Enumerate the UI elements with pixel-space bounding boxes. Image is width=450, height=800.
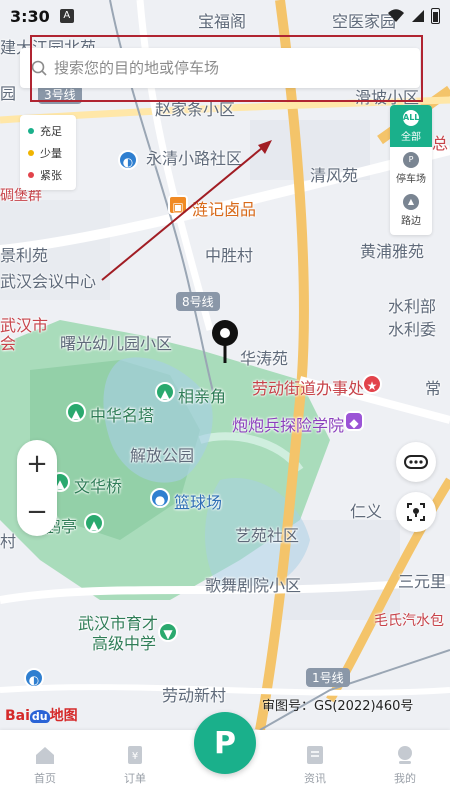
profile-icon <box>398 746 412 764</box>
tab-news[interactable]: 资讯 <box>270 730 360 800</box>
map-copyright: 审图号：GS(2022)460号 <box>262 699 414 714</box>
parking-center-button[interactable]: P <box>194 712 256 774</box>
map-label: 水利委 <box>388 320 437 339</box>
map-label: 劳动新村 <box>162 686 227 705</box>
tab-orders[interactable]: ¥ 订单 <box>90 730 180 800</box>
orders-icon: ¥ <box>128 746 142 764</box>
park-poi-icon[interactable]: ▲ <box>66 402 86 422</box>
game-icon[interactable]: ◆ <box>344 411 364 431</box>
availability-legend: 充足 少量 紧张 <box>20 115 76 190</box>
legend-dot-tight <box>28 172 34 178</box>
park-poi-icon[interactable]: ▲ <box>155 382 175 402</box>
road-icon: ▲ <box>403 193 419 210</box>
filter-label: 路边 <box>401 215 421 227</box>
parking-filter-panel: ALL 全部 P 停车场 ▲ 路边 <box>390 105 432 235</box>
map-label: 黄浦雅苑 <box>360 242 425 261</box>
map-label: 清风苑 <box>310 166 359 185</box>
map-label: 毛氏汽水包 <box>374 613 444 629</box>
map-label: 文华桥 <box>74 477 123 496</box>
more-icon <box>404 455 428 469</box>
notification-icon: A <box>59 9 74 23</box>
map-label: 篮球场 <box>174 493 223 512</box>
signal-icon <box>412 10 424 22</box>
map-label: 会 <box>0 334 17 353</box>
government-icon[interactable]: ★ <box>362 374 382 394</box>
status-time: 3:30 <box>10 6 50 26</box>
map-view[interactable]: 宝福阁 空医家园 建大江园北苑 园 3号线 赵家条小区 滑坡小区 总 ◐ 永清小… <box>0 0 450 730</box>
locate-icon <box>407 503 425 521</box>
metro-station-icon[interactable]: ◐ <box>118 150 138 170</box>
map-label: 总 <box>432 134 449 153</box>
filter-all[interactable]: ALL 全部 <box>390 105 432 147</box>
map-label: 水利部 <box>388 297 437 316</box>
map-label: 曙光幼儿园小区 <box>60 334 173 353</box>
tab-label: 资讯 <box>304 772 326 785</box>
map-label: 永清小路社区 <box>146 149 243 168</box>
map-label: 中胜村 <box>205 246 254 265</box>
filter-label: 停车场 <box>396 173 426 185</box>
map-label: 村 <box>0 532 17 551</box>
tab-mine[interactable]: 我的 <box>360 730 450 800</box>
map-label: 炮炮兵探险学院 <box>232 416 345 435</box>
school-icon[interactable]: ▼ <box>158 622 178 642</box>
filter-roadside[interactable]: ▲ 路边 <box>390 189 432 231</box>
baidu-map-logo: Bai du 地图 <box>5 708 78 724</box>
map-label: 中华名塔 <box>90 406 155 425</box>
all-icon: ALL <box>403 109 419 126</box>
map-label: 园 <box>0 84 17 103</box>
map-label: 歌舞剧院小区 <box>205 576 302 595</box>
location-pin-icon <box>212 320 238 363</box>
park-poi-icon[interactable]: ▲ <box>84 513 104 533</box>
map-label: 艺苑社区 <box>235 526 300 545</box>
search-highlight-box <box>30 35 423 102</box>
zoom-control: + − <box>17 440 57 536</box>
basketball-icon[interactable]: ● <box>150 488 170 508</box>
map-label: 仁义 <box>350 502 383 521</box>
metro-badge: 1号线 <box>306 668 350 687</box>
metro-badge: 8号线 <box>176 292 220 311</box>
map-label: 三元里 <box>398 572 447 591</box>
legend-label: 紧张 <box>40 169 62 182</box>
map-label: 涟记卤品 <box>192 200 257 219</box>
legend-item: 紧张 <box>28 164 68 186</box>
map-label: 相亲角 <box>178 387 227 406</box>
map-label: 解放公园 <box>130 446 195 465</box>
metro-station-icon[interactable]: ◐ <box>24 668 44 688</box>
wifi-icon <box>388 9 404 22</box>
legend-item: 少量 <box>28 142 68 164</box>
legend-label: 充足 <box>40 125 62 138</box>
map-label: 华涛苑 <box>240 349 289 368</box>
map-label: 景利苑 <box>0 246 49 265</box>
map-label: 劳动街道办事处 <box>252 379 365 398</box>
zoom-out-button[interactable]: − <box>17 488 57 536</box>
home-icon <box>36 747 54 764</box>
legend-item: 充足 <box>28 120 68 142</box>
status-bar: 3:30 A <box>0 0 450 32</box>
filter-parking-lot[interactable]: P 停车场 <box>390 147 432 189</box>
map-label: 常 <box>425 379 442 398</box>
filter-label: 全部 <box>401 131 421 143</box>
legend-label: 少量 <box>40 147 62 160</box>
legend-dot-few <box>28 150 34 156</box>
parking-icon: P <box>403 151 419 168</box>
more-button[interactable] <box>396 442 436 482</box>
tab-home[interactable]: 首页 <box>0 730 90 800</box>
map-label: 高级中学 <box>92 634 157 653</box>
tab-label: 首页 <box>34 772 56 785</box>
locate-button[interactable] <box>396 492 436 532</box>
news-icon <box>307 746 323 764</box>
map-label: 武汉会议中心 <box>0 272 97 291</box>
tab-label: 订单 <box>124 772 146 785</box>
tab-label: 我的 <box>394 772 416 785</box>
zoom-in-button[interactable]: + <box>17 440 57 488</box>
battery-icon <box>431 8 440 24</box>
restaurant-icon[interactable]: ▣ <box>168 195 188 215</box>
legend-dot-sufficient <box>28 128 34 134</box>
svg-text:¥: ¥ <box>132 751 138 762</box>
